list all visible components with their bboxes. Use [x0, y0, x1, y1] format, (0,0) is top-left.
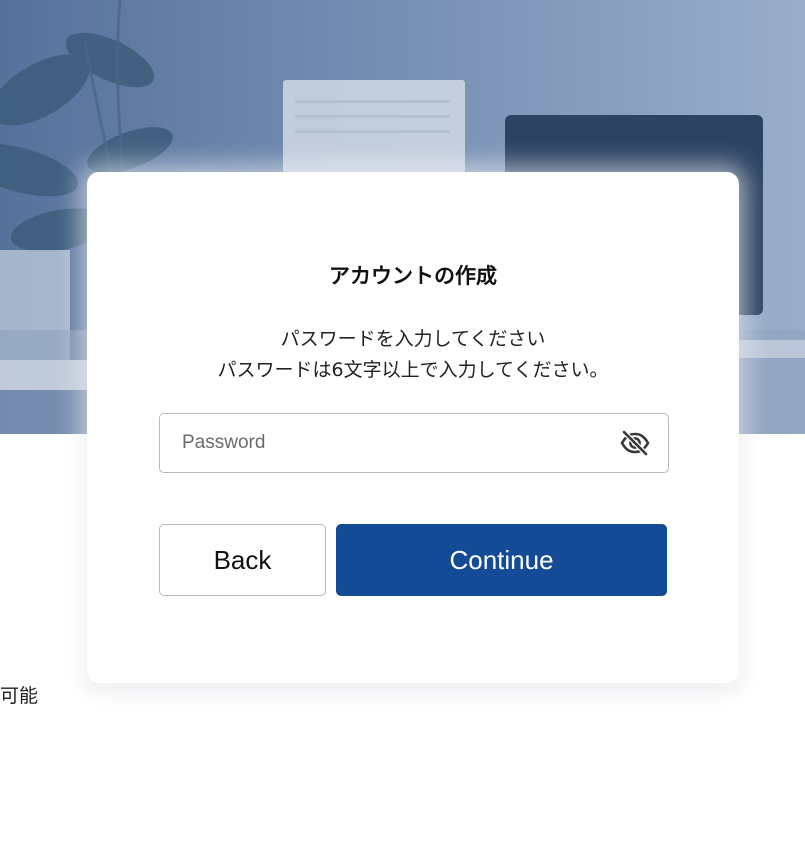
- password-field: [159, 413, 669, 473]
- dialog-description: パスワードを入力してください パスワードは6文字以上で入力してください。: [87, 324, 739, 386]
- create-account-dialog: アカウントの作成 パスワードを入力してください パスワードは6文字以上で入力して…: [87, 172, 739, 683]
- description-line-2: パスワードは6文字以上で入力してください。: [217, 359, 609, 381]
- description-line-1: パスワードを入力してください: [280, 328, 546, 350]
- background-text-fragment: 可能: [0, 685, 39, 707]
- eye-off-icon[interactable]: [620, 429, 650, 457]
- back-button[interactable]: Back: [159, 524, 326, 596]
- continue-button[interactable]: Continue: [336, 524, 667, 596]
- eye-off-icon-graphic: [620, 429, 650, 457]
- dialog-title: アカウントの作成: [329, 264, 497, 288]
- password-input[interactable]: [180, 414, 602, 472]
